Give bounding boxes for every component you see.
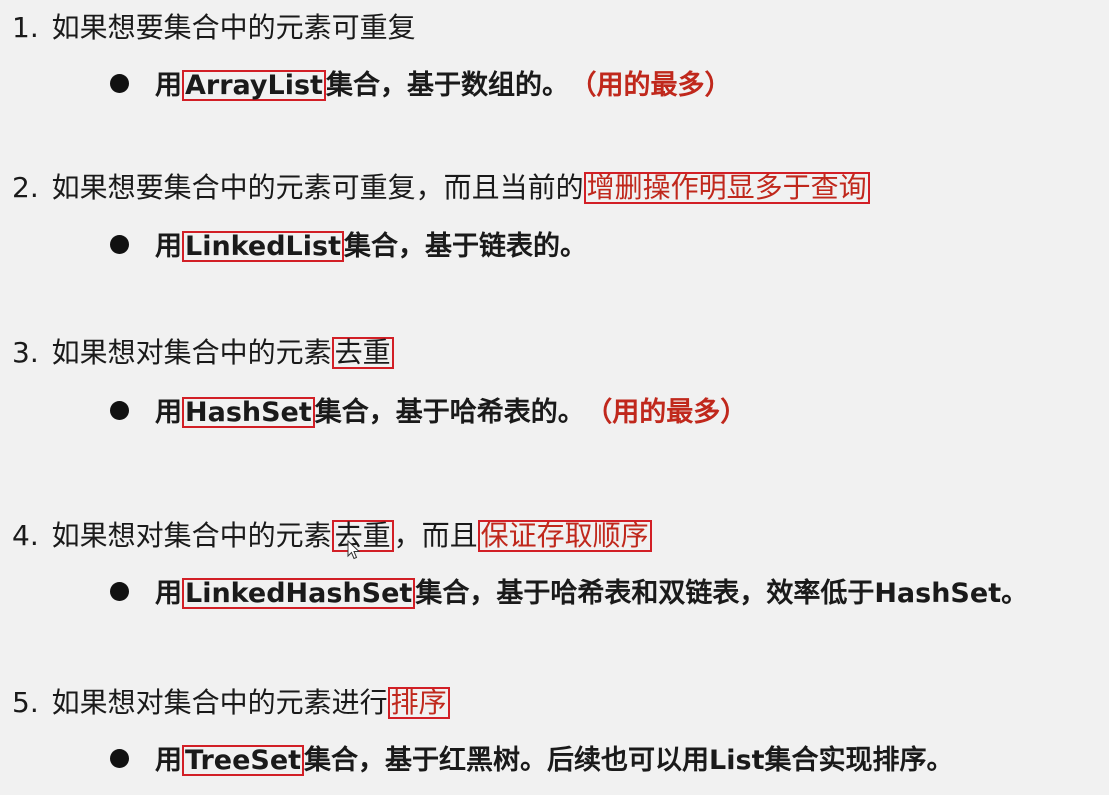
question-text: 如果想对集合中的元素 <box>51 336 332 369</box>
question-text-post: ，而且 <box>393 519 478 552</box>
bullet-icon <box>110 235 129 254</box>
most-used-tag: （用的最多） <box>582 70 732 101</box>
highlight-box: 去重 <box>331 520 394 552</box>
answer-prefix: 用 <box>155 70 182 101</box>
answer-prefix: 用 <box>155 397 182 428</box>
question-text: 如果想对集合中的元素进行 <box>51 686 388 719</box>
item-number: 2. <box>12 171 39 204</box>
question-2: 2. 如果想要集合中的元素可重复，而且当前的 增删操作明显多于查询 <box>12 166 870 210</box>
question-text: 如果想要集合中的元素可重复 <box>51 11 416 44</box>
bullet-icon <box>110 749 129 768</box>
highlight-box: LinkedHashSet <box>182 578 416 609</box>
question-text: 如果想对集合中的元素 <box>51 519 332 552</box>
highlight-box: 去重 <box>331 337 394 369</box>
answer-text: 集合，基于哈希表的。 <box>314 397 585 428</box>
item-number: 4. <box>12 519 39 552</box>
highlight-box-2: 保证存取顺序 <box>477 520 652 552</box>
question-3: 3. 如果想对集合中的元素 去重 <box>12 331 394 375</box>
answer-5: 用 TreeSet 集合，基于红黑树。后续也可以用List集合实现排序。 <box>110 739 954 783</box>
question-text: 如果想要集合中的元素可重复，而且当前的 <box>51 171 584 204</box>
answer-text: 集合，基于链表的。 <box>344 231 587 262</box>
bullet-icon <box>110 401 129 420</box>
most-used-tag: （用的最多） <box>598 397 748 428</box>
highlight-box: LinkedList <box>182 231 344 262</box>
highlight-box: 排序 <box>387 687 450 719</box>
answer-prefix: 用 <box>155 231 182 262</box>
answer-text: 集合，基于哈希表和双链表，效率低于HashSet。 <box>415 578 1029 609</box>
answer-2: 用 LinkedList 集合，基于链表的。 <box>110 225 587 269</box>
question-5: 5. 如果想对集合中的元素进行 排序 <box>12 681 450 725</box>
highlight-box: HashSet <box>182 397 315 428</box>
answer-prefix: 用 <box>155 578 182 609</box>
answer-3: 用 HashSet 集合，基于哈希表的。 （用的最多） <box>110 391 747 435</box>
bullet-icon <box>110 74 129 93</box>
bullet-icon <box>110 582 129 601</box>
answer-prefix: 用 <box>155 745 182 776</box>
answer-1: 用 ArrayList 集合，基于数组的。 （用的最多） <box>110 64 731 108</box>
highlight-box: 增删操作明显多于查询 <box>583 172 870 204</box>
answer-text: 集合，基于红黑树。后续也可以用List集合实现排序。 <box>304 745 954 776</box>
highlight-box: TreeSet <box>182 745 305 776</box>
highlight-box: ArrayList <box>182 70 326 101</box>
item-number: 1. <box>12 11 39 44</box>
answer-4: 用 LinkedHashSet 集合，基于哈希表和双链表，效率低于HashSet。 <box>110 572 1028 616</box>
item-number: 3. <box>12 336 39 369</box>
answer-text: 集合，基于数组的。 <box>325 70 569 101</box>
question-1: 1. 如果想要集合中的元素可重复 <box>12 6 416 50</box>
document-page: 1. 如果想要集合中的元素可重复 用 ArrayList 集合，基于数组的。 （用的最… <box>0 0 1109 795</box>
question-4: 4. 如果想对集合中的元素 去重 ，而且 保证存取顺序 <box>12 514 652 558</box>
item-number: 5. <box>12 686 39 719</box>
